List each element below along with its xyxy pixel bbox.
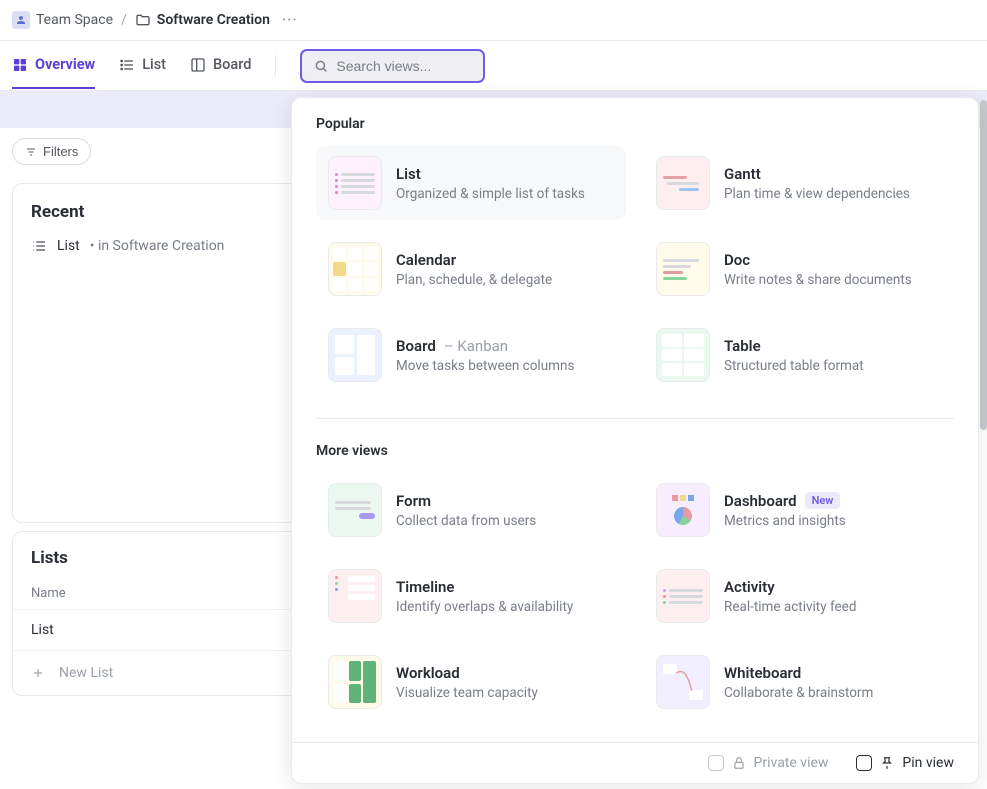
board-icon [190, 57, 206, 73]
whiteboard-thumb-icon [656, 655, 710, 709]
folder-icon [135, 12, 151, 28]
list-icon [119, 57, 135, 73]
view-option-doc[interactable]: Doc Write notes & share documents [644, 232, 954, 306]
dashboard-thumb-icon [656, 483, 710, 537]
view-option-timeline[interactable]: Timeline Identify overlaps & availabilit… [316, 559, 626, 633]
table-thumb-icon [656, 328, 710, 382]
scrollbar-track[interactable] [980, 100, 987, 740]
private-view-label: Private view [754, 755, 829, 771]
tab-overview-label: Overview [35, 56, 95, 73]
dropdown-section-popular: Popular [316, 116, 954, 132]
recent-item-name: List [57, 238, 80, 254]
activity-thumb-icon [656, 569, 710, 623]
timeline-thumb-icon [328, 569, 382, 623]
dropdown-divider [316, 418, 954, 419]
filters-button[interactable]: Filters [12, 138, 91, 165]
pin-view-toggle[interactable]: Pin view [856, 755, 954, 771]
new-badge: New [805, 492, 841, 509]
form-thumb-icon [328, 483, 382, 537]
list-thumb-icon [328, 156, 382, 210]
scrollbar-thumb[interactable] [980, 100, 987, 430]
view-option-dashboard[interactable]: Dashboard New Metrics and insights [644, 473, 954, 547]
plus-icon [31, 666, 45, 680]
view-option-activity[interactable]: Activity Real-time activity feed [644, 559, 954, 633]
calendar-thumb-icon [328, 242, 382, 296]
new-list-label: New List [59, 665, 113, 681]
breadcrumb-space[interactable]: Team Space [12, 11, 113, 29]
view-option-calendar[interactable]: Calendar Plan, schedule, & delegate [316, 232, 626, 306]
search-views-input-container[interactable] [300, 49, 485, 83]
view-option-workload[interactable]: Workload Visualize team capacity [316, 645, 626, 719]
doc-thumb-icon [656, 242, 710, 296]
overview-icon [12, 57, 28, 73]
board-thumb-icon [328, 328, 382, 382]
view-option-form[interactable]: Form Collect data from users [316, 473, 626, 547]
dropdown-section-more: More views [316, 443, 954, 459]
filter-icon [25, 146, 37, 158]
recent-item-location: • in Software Creation [90, 238, 225, 254]
tab-list[interactable]: List [119, 42, 166, 89]
pin-icon [880, 756, 894, 770]
workload-thumb-icon [328, 655, 382, 709]
lock-icon [732, 756, 746, 770]
filters-label: Filters [43, 144, 78, 159]
view-option-gantt[interactable]: Gantt Plan time & view dependencies [644, 146, 954, 220]
tab-overview[interactable]: Overview [12, 42, 95, 89]
search-views-input[interactable] [336, 58, 471, 74]
list-view-icon [31, 238, 47, 254]
view-option-list[interactable]: List Organized & simple list of tasks [316, 146, 626, 220]
tab-board[interactable]: Board [190, 42, 251, 89]
more-menu-icon[interactable]: ··· [278, 10, 302, 30]
private-view-toggle[interactable]: Private view [708, 755, 829, 771]
breadcrumb-folder[interactable]: Software Creation [135, 12, 270, 28]
search-icon [314, 59, 328, 73]
view-option-table[interactable]: Table Structured table format [644, 318, 954, 392]
dropdown-footer: Private view Pin view [292, 742, 978, 783]
views-dropdown: Popular List Organized & simple list of … [291, 97, 979, 784]
pin-view-label: Pin view [902, 755, 954, 771]
team-space-icon [12, 11, 30, 29]
private-view-checkbox[interactable] [708, 755, 724, 771]
tab-list-label: List [142, 56, 166, 73]
view-option-whiteboard[interactable]: Whiteboard Collaborate & brainstorm [644, 645, 954, 719]
view-tabs: Overview List Board [0, 41, 987, 91]
breadcrumb: Team Space / Software Creation ··· [0, 0, 987, 41]
pin-view-checkbox[interactable] [856, 755, 872, 771]
breadcrumb-space-label: Team Space [36, 12, 113, 28]
view-option-board[interactable]: Board – Kanban Move tasks between column… [316, 318, 626, 392]
gantt-thumb-icon [656, 156, 710, 210]
breadcrumb-separator: / [121, 12, 127, 28]
breadcrumb-folder-label: Software Creation [157, 12, 270, 28]
tab-board-label: Board [213, 56, 251, 73]
